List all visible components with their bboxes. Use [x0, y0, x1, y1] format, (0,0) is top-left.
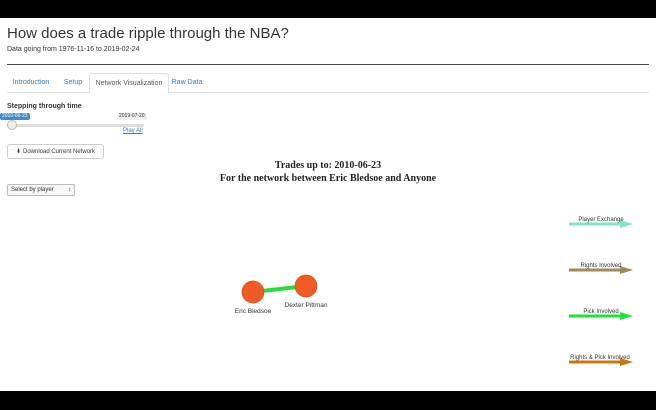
legend-label-player-exchange: Player Exchange — [578, 217, 624, 223]
legend: Player Exchange Rights Involved Pick Inv… — [569, 217, 633, 366]
legend-label-rights-pick-involved: Rights & Pick Involved — [570, 355, 630, 361]
app-window: How does a trade ripple through the NBA?… — [0, 18, 656, 391]
node-label-dexter-pittman: Dexter Pittman — [285, 302, 328, 309]
network-node-dexter-pittman[interactable] — [294, 274, 318, 298]
network-canvas[interactable]: Eric Bledsoe Dexter Pittman Player Excha… — [0, 18, 656, 391]
network-node-eric-bledsoe[interactable] — [241, 280, 265, 304]
legend-label-pick-involved: Pick Involved — [583, 309, 618, 315]
node-label-eric-bledsoe: Eric Bledsoe — [235, 308, 272, 315]
legend-arrowhead-rights-involved — [620, 266, 633, 274]
legend-label-rights-involved: Rights Involved — [580, 263, 621, 269]
legend-arrowhead-pick-involved — [620, 312, 633, 320]
